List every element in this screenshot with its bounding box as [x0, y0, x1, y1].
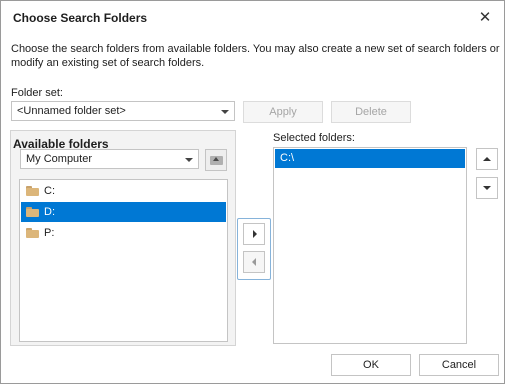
- list-item[interactable]: C:: [21, 181, 226, 201]
- remove-folder-button[interactable]: [243, 251, 265, 273]
- cancel-button[interactable]: Cancel: [419, 354, 499, 376]
- list-item-label: D:: [44, 206, 55, 218]
- location-value: My Computer: [26, 153, 93, 165]
- list-item-label: C:: [44, 185, 55, 197]
- folder-icon: [26, 207, 39, 217]
- available-folders-list[interactable]: C: D: P:: [19, 179, 228, 342]
- folder-up-icon[interactable]: [205, 149, 227, 171]
- list-item-label: P:: [44, 227, 55, 239]
- folder-set-value: <Unnamed folder set>: [17, 105, 126, 117]
- dialog-description: Choose the search folders from available…: [11, 43, 500, 69]
- folder-icon: [26, 228, 39, 238]
- list-item[interactable]: D:: [21, 202, 226, 222]
- dialog-title: Choose Search Folders: [13, 11, 148, 25]
- list-item-label: C:\: [280, 152, 295, 164]
- folder-set-dropdown[interactable]: <Unnamed folder set>: [11, 101, 235, 121]
- folder-set-label: Folder set:: [11, 87, 63, 99]
- close-icon[interactable]: ✕: [476, 9, 494, 27]
- location-dropdown[interactable]: My Computer: [20, 149, 199, 169]
- chevron-down-icon: [185, 158, 193, 162]
- move-down-button[interactable]: [476, 177, 498, 199]
- ok-button[interactable]: OK: [331, 354, 411, 376]
- chevron-down-icon: [221, 110, 229, 114]
- add-folder-button[interactable]: [243, 223, 265, 245]
- arrow-up-icon: [483, 157, 491, 161]
- folder-icon: [26, 186, 39, 196]
- apply-button[interactable]: Apply: [243, 101, 323, 123]
- delete-button[interactable]: Delete: [331, 101, 411, 123]
- list-item[interactable]: P:: [21, 223, 226, 243]
- title-bar: Choose Search Folders ✕: [1, 1, 504, 35]
- move-up-button[interactable]: [476, 148, 498, 170]
- choose-search-folders-dialog: Choose Search Folders ✕ Choose the searc…: [0, 0, 505, 384]
- list-item[interactable]: C:\: [275, 149, 465, 168]
- arrow-down-icon: [483, 186, 491, 190]
- selected-folders-list[interactable]: C:\: [273, 147, 467, 344]
- arrow-left-icon: [252, 258, 256, 266]
- arrow-right-icon: [253, 230, 257, 238]
- selected-folders-label: Selected folders:: [273, 132, 355, 144]
